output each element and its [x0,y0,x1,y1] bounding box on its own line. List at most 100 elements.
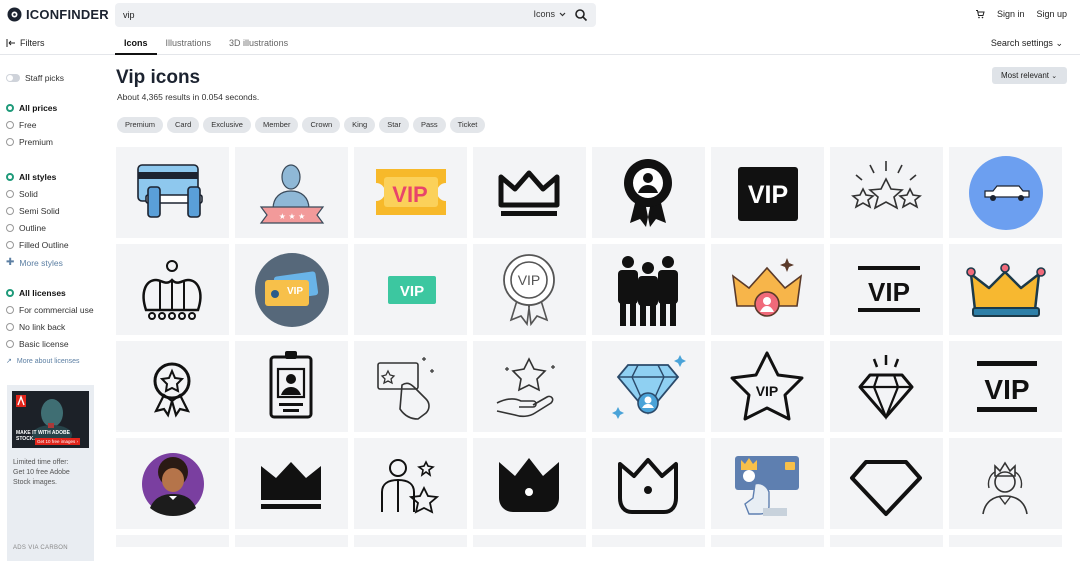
icon-tile[interactable] [116,438,229,529]
icon-tile[interactable] [830,147,943,238]
ad-description[interactable]: Limited time offer: Get 10 free Adobe St… [13,458,70,488]
ad-cta[interactable]: Get 10 free images › [35,438,81,445]
radio[interactable] [6,224,14,232]
icon-tile[interactable] [711,438,824,529]
search-bar[interactable]: vip Icons [115,3,596,27]
icon-tile[interactable] [949,147,1062,238]
search-input[interactable]: vip [123,10,135,20]
staff-picks-toggle[interactable]: Staff picks [6,73,64,83]
price-option-free[interactable]: Free [6,120,36,130]
icon-tile[interactable] [116,341,229,432]
icon-tile[interactable] [592,147,705,238]
icon-tile[interactable] [354,341,467,432]
icon-tile[interactable] [592,438,705,529]
tab-illustrations[interactable]: Illustrations [157,30,221,55]
radio[interactable] [6,241,14,249]
icon-tile[interactable] [949,244,1062,335]
tag-chip[interactable]: Premium [117,117,164,133]
radio[interactable] [6,340,14,348]
icon-tile[interactable]: ★ ★ ★ [235,147,348,238]
search-icon[interactable] [574,8,588,22]
icon-tile[interactable] [830,535,943,547]
icon-tile[interactable] [949,535,1062,547]
icon-tile[interactable] [473,535,586,547]
award-badge-icon [624,159,672,227]
license-option-basic[interactable]: Basic license [6,339,69,349]
tag-chip[interactable]: Star [379,117,409,133]
icon-tile[interactable] [592,244,705,335]
radio[interactable] [6,190,14,198]
ad-footer[interactable]: ADS VIA CARBON [13,545,68,551]
icon-tile[interactable]: VIP [354,147,467,238]
tag-chip[interactable]: Ticket [449,117,486,133]
license-option-no-link-back[interactable]: No link back [6,322,65,332]
ad-image[interactable]: MAKE IT WITH ADOBE STOCK. Get 10 free im… [12,391,89,448]
tag-chip[interactable]: King [344,117,376,133]
icon-tile[interactable] [473,147,586,238]
icon-tile[interactable]: VIP [711,147,824,238]
tag-chip[interactable]: Card [167,117,200,133]
icon-tile[interactable]: VIP [473,244,586,335]
sort-dropdown[interactable]: Most relevant ⌄ [992,67,1067,84]
icon-tile[interactable]: VIP [949,341,1062,432]
sign-up-link[interactable]: Sign up [1036,9,1067,19]
license-option-all[interactable]: All licenses [6,288,66,298]
icon-tile[interactable] [354,438,467,529]
icon-tile[interactable] [592,341,705,432]
icon-tile[interactable] [116,244,229,335]
license-option-commercial[interactable]: For commercial use [6,305,94,315]
icon-tile[interactable] [235,341,348,432]
tag-chip[interactable]: Member [254,117,299,133]
svg-text:★ ★ ★: ★ ★ ★ [279,212,306,221]
radio[interactable] [6,121,14,129]
icon-tile[interactable] [711,535,824,547]
style-option-solid[interactable]: Solid [6,189,38,199]
tab-3d-illustrations[interactable]: 3D illustrations [220,30,297,55]
tag-chip[interactable]: Exclusive [203,117,251,133]
icon-tile[interactable] [354,535,467,547]
style-option-semi-solid[interactable]: Semi Solid [6,206,60,216]
icon-tile[interactable] [116,535,229,547]
price-option-premium[interactable]: Premium [6,137,53,147]
logo[interactable]: ICONFINDER [7,7,109,22]
sign-in-link[interactable]: Sign in [997,9,1025,19]
carbon-ad[interactable]: MAKE IT WITH ADOBE STOCK. Get 10 free im… [7,385,94,561]
radio[interactable] [6,306,14,314]
icon-tile[interactable] [830,341,943,432]
vip-ticket-icon: VIP [376,169,446,215]
icon-tile[interactable] [473,341,586,432]
jeweled-crown-icon [966,263,1046,317]
icon-tile[interactable] [473,438,586,529]
toggle-switch[interactable] [6,74,20,82]
tag-chip[interactable]: Crown [302,117,341,133]
radio-selected[interactable] [6,173,14,181]
style-option-filled-outline[interactable]: Filled Outline [6,240,69,250]
cart-icon[interactable] [975,9,985,19]
tab-icons[interactable]: Icons [115,30,157,55]
search-settings-button[interactable]: Search settings ⌄ [991,38,1063,49]
price-option-all[interactable]: All prices [6,103,57,113]
filters-toggle[interactable]: Filters [6,38,45,48]
radio-selected[interactable] [6,289,14,297]
icon-tile[interactable] [235,535,348,547]
radio[interactable] [6,207,14,215]
radio[interactable] [6,138,14,146]
icon-tile[interactable]: VIP [235,244,348,335]
icon-tile[interactable] [711,244,824,335]
search-type-select[interactable]: Icons [533,9,566,19]
icon-tile[interactable] [830,438,943,529]
icon-tile[interactable]: VIP [354,244,467,335]
tag-chip[interactable]: Pass [412,117,446,133]
radio-selected[interactable] [6,104,14,112]
more-styles-link[interactable]: ✚ More styles [6,257,63,268]
icon-tile[interactable] [949,438,1062,529]
icon-tile[interactable] [592,535,705,547]
icon-tile[interactable] [235,438,348,529]
icon-tile[interactable]: VIP [711,341,824,432]
radio[interactable] [6,323,14,331]
style-option-outline[interactable]: Outline [6,223,46,233]
icon-tile[interactable] [116,147,229,238]
style-option-all[interactable]: All styles [6,172,56,182]
more-about-licenses-link[interactable]: ↗ More about licenses [6,357,80,366]
icon-tile[interactable]: VIP [830,244,943,335]
